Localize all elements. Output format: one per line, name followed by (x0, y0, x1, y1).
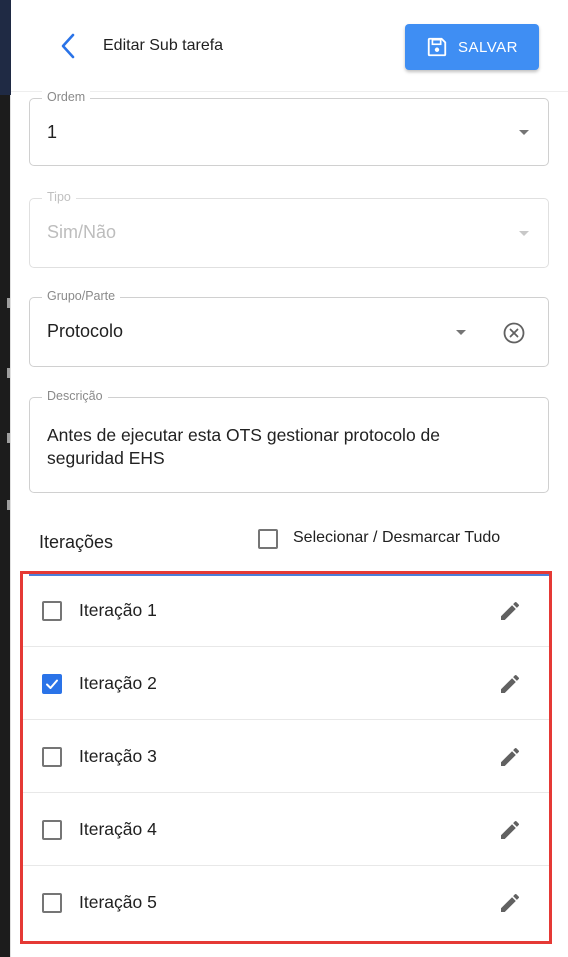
save-button-label: SALVAR (458, 38, 518, 56)
tipo-label: Tipo (42, 190, 76, 204)
iteration-label: Iteração 2 (79, 673, 157, 693)
iteration-checkbox[interactable] (42, 601, 62, 621)
checkmark-icon (46, 679, 58, 689)
pencil-icon[interactable] (498, 672, 522, 696)
descricao-textarea[interactable]: Descrição Antes de ejecutar esta OTS ges… (29, 389, 549, 493)
pencil-icon[interactable] (498, 599, 522, 623)
floppy-disk-icon (427, 37, 447, 57)
select-all-label[interactable]: Selecionar / Desmarcar Tudo (293, 529, 500, 547)
background-app-strip (0, 0, 11, 957)
iteration-row[interactable]: Iteração 1 (23, 574, 549, 647)
pencil-icon[interactable] (498, 891, 522, 915)
grupo-parte-value: Protocolo (47, 321, 124, 341)
iteration-row[interactable]: Iteração 3 (23, 720, 549, 793)
descricao-value: Antes de ejecutar esta OTS gestionar pro… (47, 425, 441, 468)
caret-down-icon[interactable] (456, 330, 466, 335)
iteration-checkbox[interactable] (42, 893, 62, 913)
page-title: Editar Sub tarefa (103, 37, 224, 54)
ordem-label: Ordem (42, 90, 91, 104)
ordem-value: 1 (47, 122, 58, 142)
iteration-label: Iteração 1 (79, 600, 157, 620)
edit-subtask-panel: Editar Sub tarefa SALVAR Ordem 1 Tipo Si… (11, 0, 568, 957)
iteration-checkbox[interactable] (42, 820, 62, 840)
header-bar: Editar Sub tarefa SALVAR (11, 0, 568, 92)
iteration-label: Iteração 3 (79, 746, 157, 766)
pencil-icon[interactable] (498, 745, 522, 769)
iterations-title: Iterações (39, 532, 114, 552)
tipo-select: Tipo Sim/Não (29, 190, 549, 268)
ordem-select[interactable]: Ordem 1 (29, 90, 549, 166)
iteration-checkbox[interactable] (42, 674, 62, 694)
select-all-checkbox[interactable] (258, 529, 278, 549)
save-button[interactable]: SALVAR (405, 24, 539, 70)
iteration-label: Iteração 4 (79, 819, 157, 839)
caret-down-icon (519, 231, 529, 236)
grupo-parte-select[interactable]: Grupo/Parte Protocolo (29, 289, 549, 367)
grupo-parte-label: Grupo/Parte (42, 289, 121, 303)
caret-down-icon (519, 130, 529, 135)
iteration-row[interactable]: Iteração 2 (23, 647, 549, 720)
tipo-value: Sim/Não (47, 222, 117, 242)
iteration-row[interactable]: Iteração 4 (23, 793, 549, 866)
descricao-label: Descrição (42, 389, 108, 403)
iterations-list: Iteração 1 Iteração 2 Iteração 3 Iteração 4… (20, 571, 552, 944)
chevron-left-icon[interactable] (57, 32, 81, 60)
iteration-label: Iteração 5 (79, 892, 157, 912)
pencil-icon[interactable] (498, 818, 522, 842)
iteration-row[interactable]: Iteração 5 (23, 866, 549, 939)
iteration-checkbox[interactable] (42, 747, 62, 767)
header-divider (11, 91, 568, 92)
clear-circle-icon[interactable] (502, 321, 526, 345)
